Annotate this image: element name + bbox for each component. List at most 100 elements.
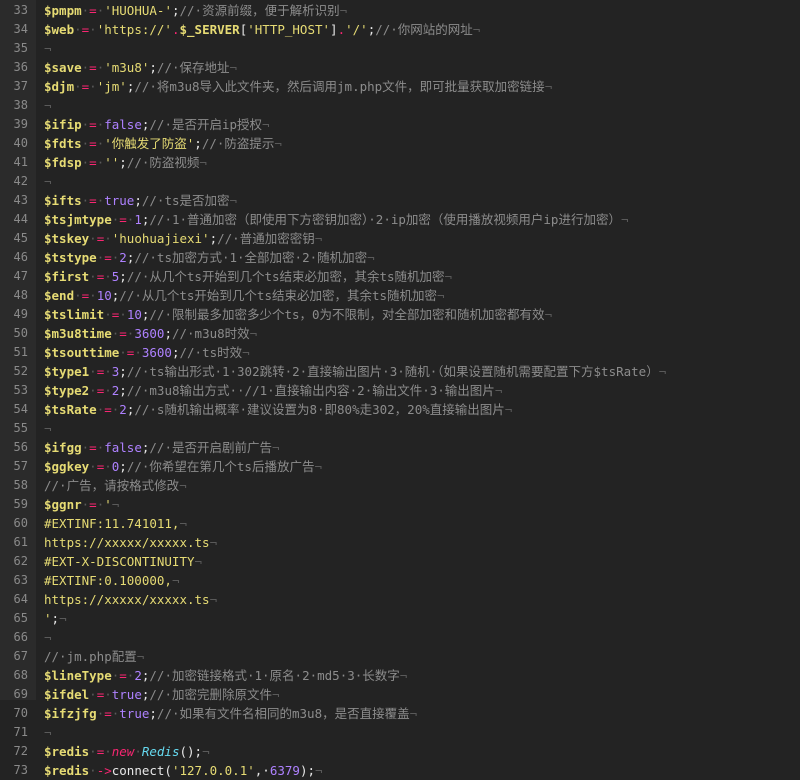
code-token: $lineType (44, 668, 112, 683)
code-line[interactable]: 36 $save·=·'m3u8';//·保存地址¬ (0, 58, 800, 77)
code-token: true (119, 706, 150, 721)
line-number: 55 (13, 421, 28, 435)
code-line[interactable]: 48 $end·=·10;//·从几个ts开始到几个ts结束必加密，其余ts随机加… (0, 286, 800, 305)
code-token: = (89, 3, 97, 18)
code-token: $tsouttime (44, 345, 120, 360)
code-line[interactable]: 62 #EXT-X-DISCONTINUITY¬ (0, 552, 800, 571)
code-token: '/' (345, 22, 368, 37)
code-text: $tstype·=·2;//·ts加密方式·1·全部加密·2·随机加密¬ (44, 248, 375, 267)
code-line[interactable]: 45 $tskey·=·'huohuajiexi';//·普通加密密钥¬ (0, 229, 800, 248)
code-token: ¬ (339, 3, 348, 18)
code-token: ' (104, 497, 112, 512)
code-token: = (104, 402, 112, 417)
code-line[interactable]: 38 ¬ (0, 96, 800, 115)
code-line[interactable]: 63 #EXTINF:0.100000,¬ (0, 571, 800, 590)
code-line[interactable]: 39 $ifip·=·false;//·是否开启ip授权¬ (0, 115, 800, 134)
line-number: 40 (13, 136, 28, 150)
code-line[interactable]: 40 $fdts·=·'你触发了防盗';//·防盗提示¬ (0, 134, 800, 153)
code-text: ¬ (44, 96, 52, 115)
code-text: $redis·->connect('127.0.0.1',·6379);¬ (44, 761, 323, 780)
code-line[interactable]: 34 $web·=·'https://'.$_SERVER['HTTP_HOST'… (0, 20, 800, 39)
code-token: = (119, 212, 127, 227)
code-line[interactable]: 51 $tsouttime·=·3600;//·ts时效¬ (0, 343, 800, 362)
code-line[interactable]: 61 https://xxxxx/xxxxx.ts¬ (0, 533, 800, 552)
code-text: #EXTINF:11.741011,¬ (44, 514, 187, 533)
code-token: $ifgg (44, 440, 82, 455)
code-token: ¬ (111, 497, 120, 512)
code-line[interactable]: 68 $lineType·=·2;//·加密链接格式·1·原名·2·md5·3·长… (0, 666, 800, 685)
code-line[interactable]: 73 $redis·->connect('127.0.0.1',·6379);¬ (0, 761, 800, 780)
line-number: 34 (13, 22, 28, 36)
line-number: 52 (13, 364, 28, 378)
code-line[interactable]: 58 //·广告，请按格式修改¬ (0, 476, 800, 495)
code-token: ¬ (620, 212, 629, 227)
code-token: 'm3u8' (104, 60, 150, 75)
code-token: 'HTTP_HOST' (247, 22, 331, 37)
code-line[interactable]: 43 $ifts·=·true;//·ts是否加密¬ (0, 191, 800, 210)
code-line[interactable]: 65 ';¬ (0, 609, 800, 628)
code-line[interactable]: 33 $pmpm·=·'HUOHUA-';//·资源前缀，便于解析识别¬ (0, 1, 800, 20)
code-text: $m3u8time·=·3600;//·m3u8时效¬ (44, 324, 257, 343)
code-line[interactable]: 54 $tsRate·=·2;//·s随机输出概率·建议设置为8·即80%走302… (0, 400, 800, 419)
code-line[interactable]: 50 $m3u8time·=·3600;//·m3u8时效¬ (0, 324, 800, 343)
code-line[interactable]: 56 $ifgg·=·false;//·是否开启剧前广告¬ (0, 438, 800, 457)
code-line[interactable]: 47 $first·=·5;//·从几个ts开始到几个ts结束必加密，其余ts随机… (0, 267, 800, 286)
code-text: $tslimit·=·10;//·限制最多加密多少个ts，0为不限制，对全部加密… (44, 305, 552, 324)
code-line[interactable]: 53 $type2·=·2;//·m3u8输出方式··//1·直接输出内容·2·输… (0, 381, 800, 400)
code-text: $end·=·10;//·从几个ts开始到几个ts结束必加密，其余ts随机加密¬ (44, 286, 445, 305)
line-number: 73 (13, 763, 28, 777)
code-line[interactable]: 70 $ifzjfg·=·true;//·如果有文件名相同的m3u8，是否直接覆盖… (0, 704, 800, 723)
code-line[interactable]: 37 $djm·=·'jm';//·将m3u8导入此文件夹，然后调用jm.php文… (0, 77, 800, 96)
code-line[interactable]: 55 ¬ (0, 419, 800, 438)
code-line[interactable]: 42 ¬ (0, 172, 800, 191)
code-token: ¬ (315, 763, 323, 778)
code-token: ¬ (194, 554, 203, 569)
code-line[interactable]: 64 https://xxxxx/xxxxx.ts¬ (0, 590, 800, 609)
code-line[interactable]: 60 #EXTINF:11.741011,¬ (0, 514, 800, 533)
code-token: //·资源前缀，便于解析识别 (179, 3, 340, 18)
line-number: 38 (13, 98, 28, 112)
code-token: 2 (134, 668, 142, 683)
code-token: 2 (119, 402, 127, 417)
code-token: $ggnr (44, 497, 82, 512)
code-line[interactable]: 49 $tslimit·=·10;//·限制最多加密多少个ts，0为不限制，对全部… (0, 305, 800, 324)
code-line[interactable]: 71 ¬ (0, 723, 800, 742)
code-token: ¬ (504, 402, 513, 417)
code-token: · (104, 231, 112, 246)
code-line[interactable]: 41 $fdsp·=·'';//·防盗视频¬ (0, 153, 800, 172)
code-token: ¬ (444, 269, 453, 284)
code-token: $tslimit (44, 307, 105, 322)
line-number: 67 (13, 649, 28, 663)
code-line[interactable]: 72 $redis·=·new·Redis();¬ (0, 742, 800, 761)
code-line[interactable]: 52 $type1·=·3;//·ts输出形式·1·302跳转·2·直接输出图片·… (0, 362, 800, 381)
code-token: //·从几个ts开始到几个ts结束必加密，其余ts随机加密 (126, 269, 445, 284)
code-text: ¬ (44, 419, 52, 438)
code-token: //·是否开启剧前广告 (149, 440, 272, 455)
line-number: 51 (13, 345, 28, 359)
code-line[interactable]: 57 $ggkey·=·0;//·你希望在第几个ts后播放广告¬ (0, 457, 800, 476)
code-token: 'huohuajiexi' (111, 231, 210, 246)
code-text: $first·=·5;//·从几个ts开始到几个ts结束必加密，其余ts随机加密… (44, 267, 452, 286)
code-line[interactable]: 35 ¬ (0, 39, 800, 58)
code-token: ¬ (399, 668, 408, 683)
code-token: ; (149, 706, 157, 721)
code-text: $fdts·=·'你触发了防盗';//·防盗提示¬ (44, 134, 282, 153)
code-line[interactable]: 66 ¬ (0, 628, 800, 647)
code-line[interactable]: 67 //·jm.php配置¬ (0, 647, 800, 666)
code-token: · (74, 288, 82, 303)
code-token: · (134, 744, 142, 759)
code-line[interactable]: 69 $ifdel·=·true;//·加密完删除原文件¬ (0, 685, 800, 704)
code-token: ¬ (229, 60, 238, 75)
code-token: //·防盗视频 (126, 155, 200, 170)
code-token: · (104, 383, 112, 398)
code-token: · (119, 345, 127, 360)
code-text: $tsjmtype·=·1;//·1·普通加密（即使用下方密钥加密）·2·ip加… (44, 210, 628, 229)
code-line[interactable]: 59 $ggnr·=·'¬ (0, 495, 800, 514)
code-line[interactable]: 46 $tstype·=·2;//·ts加密方式·1·全部加密·2·随机加密¬ (0, 248, 800, 267)
code-editor[interactable]: 33 $pmpm·=·'HUOHUA-';//·资源前缀，便于解析识别¬ 34 $we… (0, 0, 800, 778)
code-token: $redis (44, 763, 90, 778)
line-number: 64 (13, 592, 28, 606)
code-token: //·ts输出形式·1·302跳转·2·直接输出图片·3·随机·（如果设置随机需… (126, 364, 659, 379)
code-line[interactable]: 44 $tsjmtype·=·1;//·1·普通加密（即使用下方密钥加密）·2·i… (0, 210, 800, 229)
code-token: · (89, 744, 97, 759)
